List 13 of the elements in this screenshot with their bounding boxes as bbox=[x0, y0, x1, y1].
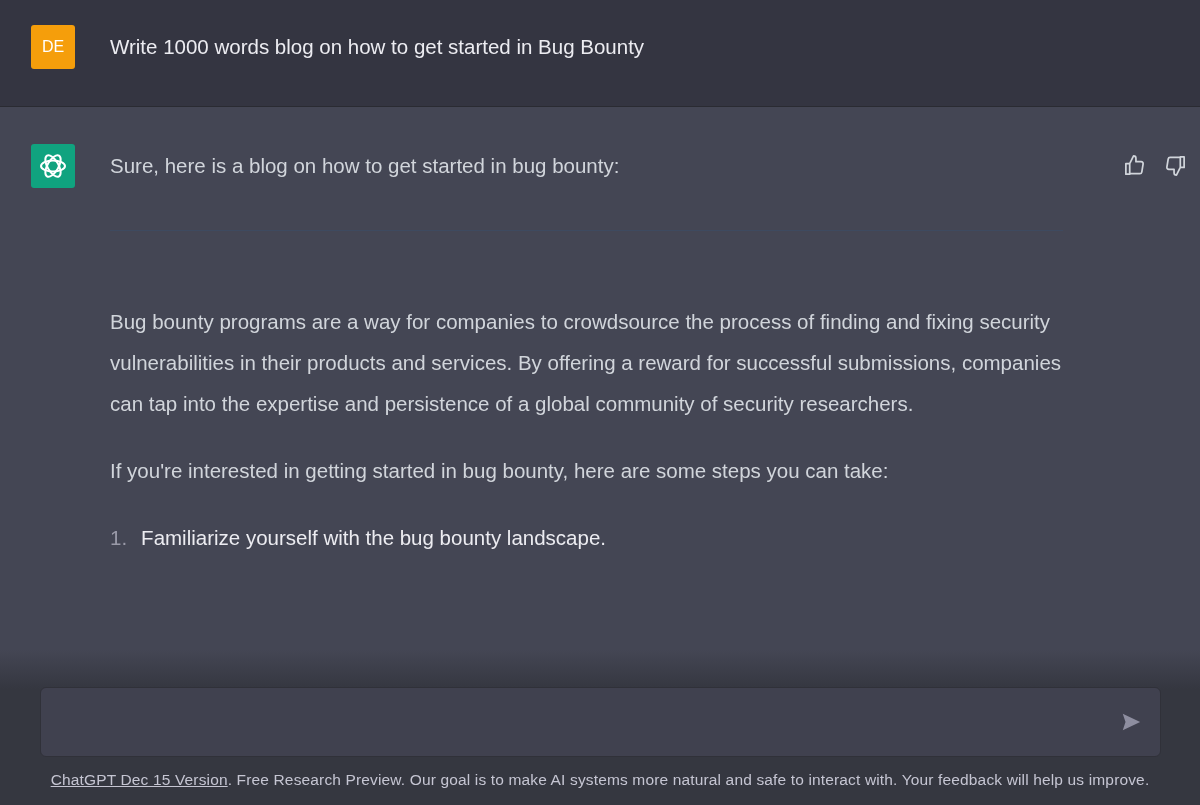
step-text: Familiarize yourself with the bug bounty landscape. bbox=[141, 525, 607, 551]
thumbs-down-icon[interactable] bbox=[1164, 154, 1187, 177]
thumbs-up-icon[interactable] bbox=[1123, 154, 1146, 177]
user-avatar: DE bbox=[31, 25, 75, 69]
user-message: Write 1000 words blog on how to get started in Bug Bounty bbox=[110, 34, 645, 60]
step-number: 1. bbox=[110, 525, 128, 551]
footer-disclaimer: ChatGPT Dec 15 Version. Free Research Preview. Our goal is to make AI systems more natural and safe to interact with. Your feedback will help us improve. bbox=[50, 771, 1150, 789]
message-input[interactable] bbox=[39, 687, 1161, 757]
version-link[interactable]: ChatGPT Dec 15 Version bbox=[50, 771, 228, 788]
answer-paragraph: Bug bounty programs are a way for companies to crowdsource the process of finding and fixing security vulnerabilities in their products and services. By offering a reward for successful submissions, companies can tap into the expertise and persistence of a global community of security researchers. bbox=[110, 309, 1063, 417]
assistant-logo-icon bbox=[31, 144, 75, 188]
assistant-intro: Sure, here is a blog on how to get started in bug bounty: bbox=[110, 153, 621, 179]
answer-paragraph: If you're interested in getting started in bug bounty, here are some steps you can take: bbox=[110, 458, 890, 484]
